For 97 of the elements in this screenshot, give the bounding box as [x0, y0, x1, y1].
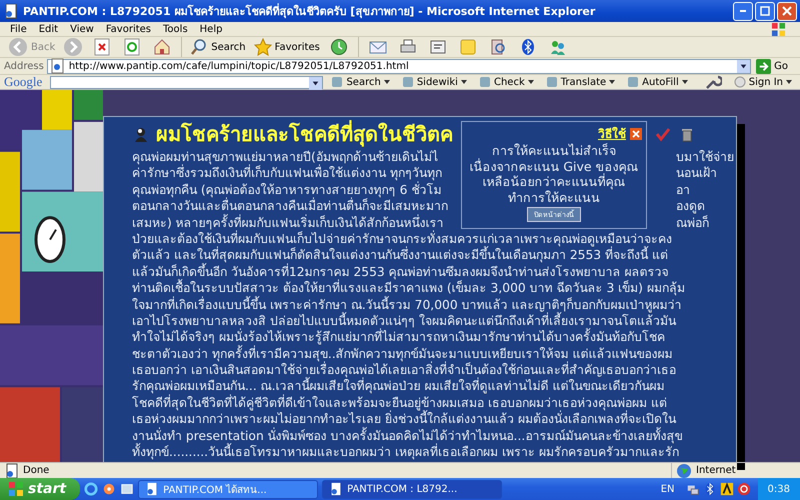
- bluetooth-icon[interactable]: [702, 482, 717, 496]
- toolbar-square-icon: [331, 76, 344, 88]
- go-button[interactable]: Go: [754, 58, 796, 74]
- google-toolbar-button[interactable]: Translate: [542, 76, 620, 88]
- trash-icon[interactable]: [679, 126, 695, 142]
- post-text-line: ทำใจไม่ได้จริงๆ ผมนั่งร้องไห้เพราะรู้สึกแย่มากที่ไม่สามารถหาเงินมารักษาท่านได้บางครั้งมันท้อกับโชค: [132, 329, 665, 345]
- post-text-line: ทั้งทุกข์..........วันนี้เธอโทรมาหาผมและบอกผมว่า เหตุผลที่เธอเลือกผม เพราะ ผมรักครอบครัวมากและรัก: [132, 444, 679, 460]
- page-icon: [50, 58, 66, 74]
- circle-icon: [734, 76, 746, 88]
- user-icon: [133, 126, 149, 142]
- google-logo: Google: [4, 74, 42, 90]
- close-button[interactable]: [777, 2, 797, 20]
- history-icon[interactable]: [330, 38, 348, 56]
- search-icon: [190, 38, 208, 56]
- checkmark-icon[interactable]: [655, 126, 671, 142]
- post-text-line: แล้วมันก็เกิดขึ้นอีก วันอังคารที่12มกราคม 2553 คุณพ่อท่านซึมลงผมจึงนำท่านส่งโรงพยาบาล ผลตรวจ: [132, 264, 669, 280]
- maximize-button[interactable]: [755, 2, 775, 20]
- post-text-line: รักคุณพ่อผมเหมือนกัน... ณ.เวลานี้ผมเสียใจที่คุณพ่อป่วย ผมเสียใจที่ดูแลท่านไม่ดี แต่ในขณะเดียวกันผม: [132, 378, 664, 394]
- close-icon[interactable]: [630, 128, 642, 140]
- home-icon[interactable]: [153, 38, 172, 56]
- page-icon: [145, 482, 160, 496]
- caret-icon: [460, 80, 467, 84]
- refresh-icon[interactable]: [123, 38, 142, 56]
- google-search-field[interactable]: [50, 76, 324, 88]
- security-zone: Internet: [696, 465, 736, 476]
- post-text-line: นอนเฝ้า: [676, 165, 717, 182]
- page-icon: [3, 3, 19, 19]
- media-icon[interactable]: [102, 482, 116, 496]
- stop-icon[interactable]: [93, 38, 112, 56]
- favorites-button[interactable]: Favorites: [252, 38, 322, 56]
- google-toolbar-button[interactable]: Search: [327, 76, 394, 88]
- post-text-line: เอาไปโรงพยาบาลหลวงสิ ปล่อยไปแบบนี้หมดตัวแน่ๆๆ ใจผมคิดนะแต่นึกถึงเค้าที่เลี้ยงเรามาจนโตแล้วมัน: [132, 312, 676, 328]
- desktop-icon[interactable]: [120, 482, 134, 496]
- clock: 0:38: [758, 478, 800, 500]
- language-indicator[interactable]: EN: [660, 484, 675, 494]
- star-icon: [254, 38, 272, 56]
- post-text-line: อา: [676, 182, 690, 198]
- menu-item[interactable]: Help: [194, 24, 228, 34]
- google-toolbar-button[interactable]: Check: [474, 76, 538, 88]
- caret-icon: [786, 80, 792, 84]
- post-text-line: ท่านติดเชื้อในระบบปัสสาวะ ต้องให้ยาที่แรงและมีราคาแพง (เข็มละ 3,000 บาท ฉีดวันละ 3 เข็ม) ผมกลุ้ม: [132, 280, 685, 296]
- menu-item[interactable]: View: [64, 24, 100, 34]
- post-title: ผมโชคร้ายและโชคดีที่สุดในชีวิตค: [156, 119, 453, 149]
- minimize-icon: [740, 10, 746, 12]
- post-text-line: ตัวแล้ว และในที่สุดผมกับแฟนก็ตัดสินใจแต่งงานกันซึ่งงานแต่งจะมีขึ้นในเดือนกุมภา 2553 ที่จะถึงนี้ แต่: [132, 247, 668, 263]
- sign-in-button[interactable]: Sign In: [730, 76, 796, 88]
- minimize-button[interactable]: [733, 2, 753, 20]
- caret-icon: [384, 80, 390, 84]
- help-link[interactable]: วิธีใช้: [598, 124, 626, 143]
- popup-message: การให้คะแนนไม่สำเร็จ เนื่องจากคะแนน Give ของคุณเหลือน้อยกว่าคะแนนที่คุณทำการให้คะแนน: [468, 143, 640, 205]
- post-text-line: ใจมากที่เกิดเรื่องแบบนี้ขึ้น เพราะค่ารักษา ณ.วันนี้รวม 70,000 บาทแล้ว และญาติๆก็บอกกับผมเป่าหูผมว่า: [132, 296, 682, 312]
- page-icon: [4, 462, 20, 478]
- post-text-line: งานนั่งทำ presentation นั่งพิมพ์ซอง บางครั้งมันอดคิดไม่ได้ว่าทำไมหนอ...อารมณ์มันคนละข้างเลยทั้งสุข: [132, 428, 682, 444]
- maximize-icon: [760, 6, 770, 16]
- caret-icon: [609, 80, 616, 84]
- status-text: Done: [23, 465, 50, 476]
- menu-item[interactable]: File: [4, 24, 33, 34]
- google-toolbar-button[interactable]: AutoFill: [623, 76, 692, 88]
- power-icon[interactable]: [736, 482, 751, 496]
- post-text-line: ค่ารักษาซึ่งรวมถึงเงินที่เก็บกับแฟนเพื่อใช้แต่งงาน ทุกๆวันทุก: [132, 165, 442, 181]
- post-text-line: คุณพ่อทุกคืน (คุณพ่อต้องให้อาหารทางสายยางทุกๆ 6 ชั่วโม: [132, 182, 442, 198]
- post-text-line: ณพ่อก็: [676, 214, 709, 231]
- menu-item[interactable]: Tools: [157, 24, 194, 34]
- globe-icon: [676, 462, 692, 478]
- taskbar-window-button[interactable]: PANTIP.COM : L8792...: [322, 480, 502, 498]
- google-toolbar-button[interactable]: Sidewiki: [398, 76, 471, 88]
- post-text-line: เธอห่วงผมมากกว่าเพราะผมไม่อยากทำอะไรเลย ยิ่งช่วงนี้ใกล้แต่งงานแล้ว ผมต้องนั่งเลือกเพลงที่จะเปิดใน: [132, 411, 676, 427]
- close-icon: [782, 6, 792, 16]
- post-text-line: บมาใช้จ่าย: [676, 149, 734, 166]
- window-title: PANTIP.COM : L8792051 ผมโชคร้ายและโชคดีที่สุดในชีวิตครับ [สุขภาพกาย] - Microsoft Internet Explorer: [23, 2, 596, 20]
- post-text-line: โชคดีที่สุดในชีวิตที่ได้คู่ชีวิตที่ดีเข้าใจและพร้อมจะยืนอยู่ข้างผมเสมอ เธอบอกผมว่าเธอห่วงคุณพ่อผม แต่: [132, 394, 667, 410]
- windows-logo-icon: [8, 481, 24, 497]
- post-text-line: คุณพ่อผมท่านสุขภาพแย่มาหลายปี(อัมพฤกด้านซ้ายเดินไม่ไ: [132, 149, 438, 164]
- post-text-line: ป่วยและต้องใช้เงินที่ผมกับแฟนเก็บไปจ่ายค่ารักษาจนกระทั่งสมควรแก่เวลาเพราะคุณพ่อดูเหมือนว่าจะคง: [132, 230, 672, 248]
- browser-icon[interactable]: [84, 482, 98, 496]
- taskbar-window-button[interactable]: PANTIP.COM ได้สทน...: [138, 480, 318, 498]
- post-text-line: เธอบอกว่า เอาเงินสินสอดมาใช้จ่ายเรื่องคุณพ่อได้เลยเอาสิ่งที่จำเป็นต้องใช้ก่อนและที่สำคัญเธอบอกว่าเธอ: [132, 362, 676, 378]
- post-text-line: ตอนกลางวันและตื่นตอนกลางคืนเมื่อท่านตื่นก็จะมีเสมหะมาก: [132, 198, 448, 214]
- toolbar-square-icon: [546, 76, 558, 88]
- windows-logo-icon: [771, 22, 786, 36]
- toolbar-square-icon: [402, 76, 414, 88]
- go-arrow-icon: [756, 58, 772, 74]
- toolbar-square-icon: [478, 76, 491, 88]
- post-text-line: องดูด: [676, 198, 705, 215]
- messenger-icon[interactable]: [548, 38, 567, 56]
- menu-item[interactable]: Favorites: [100, 24, 158, 34]
- search-button[interactable]: Search: [188, 38, 248, 56]
- address-label: Address: [4, 60, 44, 72]
- caret-icon: [682, 80, 688, 84]
- post-text-line: เสมหะ) หลายๆครั้งที่ผมกับแฟนเริ่มเก็บเงินได้สักก้อนหนึ่งเรา: [132, 214, 444, 230]
- post-text-line: ชะตาตัวเองว่า ทุกครั้งที่เรามีความสุข..สักพักความทุกข์มันจะมาแบบเหยียบเราให้จม แต่แล้วแฟนของผม: [132, 346, 673, 362]
- menu-item[interactable]: Edit: [32, 24, 64, 34]
- page-icon: [329, 482, 344, 496]
- edit-icon[interactable]: [428, 38, 447, 56]
- address-field[interactable]: http://www.pantip.com/cafe/lumpini/topic/L8792051/L8792051.html: [46, 58, 752, 74]
- caret-icon: [528, 80, 534, 84]
- toolbar-square-icon: [627, 76, 640, 88]
